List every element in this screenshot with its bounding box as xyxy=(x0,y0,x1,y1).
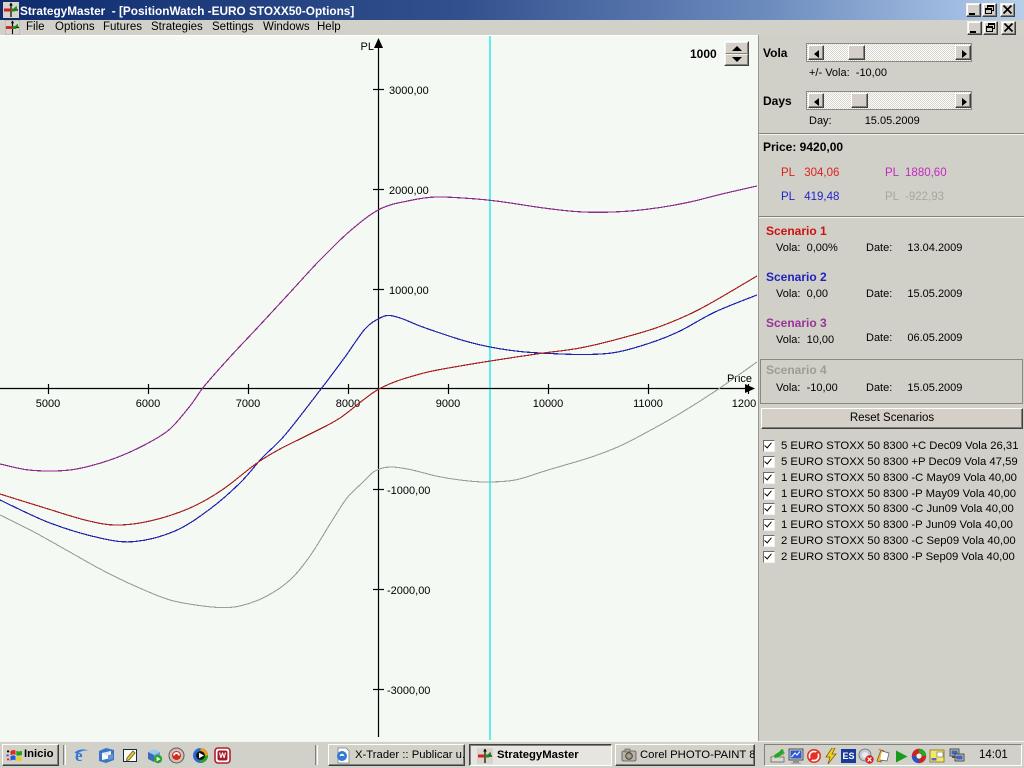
svg-text:10000: 10000 xyxy=(533,398,564,410)
svg-text:-2000,00: -2000,00 xyxy=(387,585,430,597)
svg-text:8000: 8000 xyxy=(336,398,360,410)
svg-text:7000: 7000 xyxy=(236,398,260,410)
svg-text:6000: 6000 xyxy=(136,398,160,410)
svg-text:e: e xyxy=(75,746,83,764)
svg-text:11000: 11000 xyxy=(633,398,663,410)
svg-text:-1000,00: -1000,00 xyxy=(387,485,430,497)
svg-text:1200: 1200 xyxy=(732,398,756,410)
svg-text:5000: 5000 xyxy=(36,398,60,410)
svg-text:2000,00: 2000,00 xyxy=(389,185,429,197)
svg-text:3000,00: 3000,00 xyxy=(389,85,429,97)
svg-text:PL: PL xyxy=(361,41,374,53)
svg-text:1000,00: 1000,00 xyxy=(389,285,429,297)
svg-text:9000: 9000 xyxy=(436,398,460,410)
svg-text:-3000,00: -3000,00 xyxy=(387,685,430,697)
